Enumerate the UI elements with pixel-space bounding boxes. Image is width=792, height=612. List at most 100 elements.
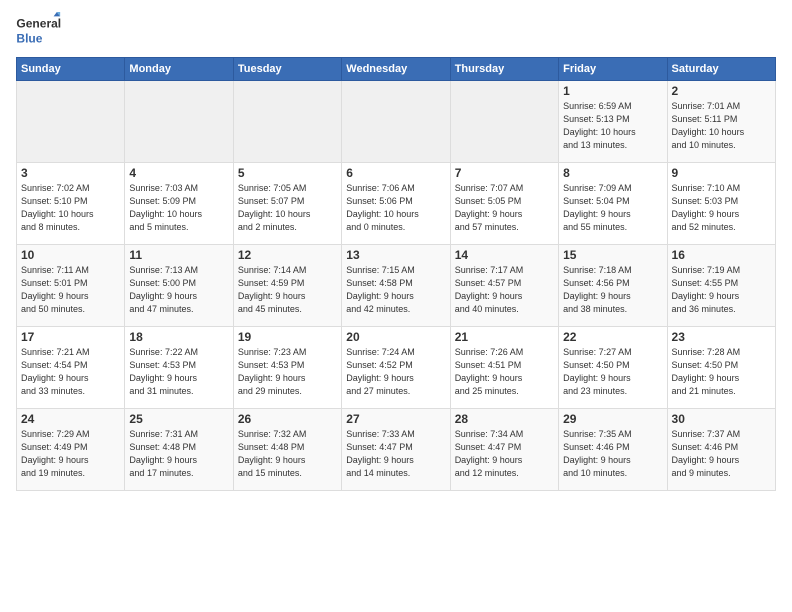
day-number: 15 <box>563 248 662 262</box>
header: General Blue <box>16 12 776 47</box>
weekday-header-monday: Monday <box>125 58 233 81</box>
calendar-cell: 16 Sunrise: 7:19 AMSunset: 4:55 PMDayligh… <box>667 245 775 327</box>
day-number: 23 <box>672 330 771 344</box>
day-info: Sunrise: 7:27 AMSunset: 4:50 PMDaylight:… <box>563 346 662 398</box>
day-info: Sunrise: 7:26 AMSunset: 4:51 PMDaylight:… <box>455 346 554 398</box>
logo-icon: General Blue <box>16 12 66 47</box>
calendar-cell: 25 Sunrise: 7:31 AMSunset: 4:48 PMDayligh… <box>125 409 233 491</box>
calendar-cell: 14 Sunrise: 7:17 AMSunset: 4:57 PMDayligh… <box>450 245 558 327</box>
calendar-cell: 7Sunrise: 7:07 AMSunset: 5:05 PMDaylight… <box>450 163 558 245</box>
day-number: 24 <box>21 412 120 426</box>
day-info: Sunrise: 7:31 AMSunset: 4:48 PMDaylight:… <box>129 428 228 480</box>
weekday-header-thursday: Thursday <box>450 58 558 81</box>
calendar-cell: 24 Sunrise: 7:29 AMSunset: 4:49 PMDayligh… <box>17 409 125 491</box>
day-number: 29 <box>563 412 662 426</box>
day-number: 7 <box>455 166 554 180</box>
calendar-cell: 13Sunrise: 7:15 AMSunset: 4:58 PMDayligh… <box>342 245 450 327</box>
day-number: 4 <box>129 166 228 180</box>
day-number: 22 <box>563 330 662 344</box>
calendar: SundayMondayTuesdayWednesdayThursdayFrid… <box>16 57 776 491</box>
day-number: 25 <box>129 412 228 426</box>
day-number: 17 <box>21 330 120 344</box>
day-number: 18 <box>129 330 228 344</box>
day-info: Sunrise: 7:19 AMSunset: 4:55 PMDaylight:… <box>672 264 771 316</box>
day-number: 5 <box>238 166 337 180</box>
day-number: 20 <box>346 330 445 344</box>
day-info: Sunrise: 6:59 AMSunset: 5:13 PMDaylight:… <box>563 100 662 152</box>
calendar-cell: 12 Sunrise: 7:14 AMSunset: 4:59 PMDayligh… <box>233 245 341 327</box>
day-number: 1 <box>563 84 662 98</box>
day-info: Sunrise: 7:35 AMSunset: 4:46 PMDaylight:… <box>563 428 662 480</box>
calendar-cell: 23 Sunrise: 7:28 AMSunset: 4:50 PMDayligh… <box>667 327 775 409</box>
calendar-cell: 15 Sunrise: 7:18 AMSunset: 4:56 PMDayligh… <box>559 245 667 327</box>
calendar-cell: 6 Sunrise: 7:06 AMSunset: 5:06 PMDaylight… <box>342 163 450 245</box>
day-number: 3 <box>21 166 120 180</box>
page-container: General Blue SundayMondayTuesdayWednesda… <box>0 0 792 499</box>
day-number: 30 <box>672 412 771 426</box>
day-info: Sunrise: 7:03 AMSunset: 5:09 PMDaylight:… <box>129 182 228 234</box>
day-info: Sunrise: 7:09 AMSunset: 5:04 PMDaylight:… <box>563 182 662 234</box>
calendar-cell: 22 Sunrise: 7:27 AMSunset: 4:50 PMDayligh… <box>559 327 667 409</box>
calendar-cell: 17 Sunrise: 7:21 AMSunset: 4:54 PMDayligh… <box>17 327 125 409</box>
day-info: Sunrise: 7:14 AMSunset: 4:59 PMDaylight:… <box>238 264 337 316</box>
day-info: Sunrise: 7:21 AMSunset: 4:54 PMDaylight:… <box>21 346 120 398</box>
calendar-cell: 4 Sunrise: 7:03 AMSunset: 5:09 PMDaylight… <box>125 163 233 245</box>
day-info: Sunrise: 7:05 AMSunset: 5:07 PMDaylight:… <box>238 182 337 234</box>
calendar-cell <box>233 81 341 163</box>
day-info: Sunrise: 7:28 AMSunset: 4:50 PMDaylight:… <box>672 346 771 398</box>
calendar-cell <box>17 81 125 163</box>
day-number: 8 <box>563 166 662 180</box>
day-info: Sunrise: 7:32 AMSunset: 4:48 PMDaylight:… <box>238 428 337 480</box>
calendar-cell: 18Sunrise: 7:22 AMSunset: 4:53 PMDayligh… <box>125 327 233 409</box>
calendar-cell: 29 Sunrise: 7:35 AMSunset: 4:46 PMDayligh… <box>559 409 667 491</box>
day-number: 2 <box>672 84 771 98</box>
calendar-week-5: 24 Sunrise: 7:29 AMSunset: 4:49 PMDayligh… <box>17 409 776 491</box>
day-info: Sunrise: 7:17 AMSunset: 4:57 PMDaylight:… <box>455 264 554 316</box>
calendar-week-2: 3 Sunrise: 7:02 AMSunset: 5:10 PMDaylight… <box>17 163 776 245</box>
calendar-cell: 19 Sunrise: 7:23 AMSunset: 4:53 PMDayligh… <box>233 327 341 409</box>
weekday-header-friday: Friday <box>559 58 667 81</box>
day-info: Sunrise: 7:06 AMSunset: 5:06 PMDaylight:… <box>346 182 445 234</box>
day-number: 16 <box>672 248 771 262</box>
svg-text:Blue: Blue <box>16 32 42 46</box>
day-info: Sunrise: 7:34 AMSunset: 4:47 PMDaylight:… <box>455 428 554 480</box>
day-info: Sunrise: 7:33 AMSunset: 4:47 PMDaylight:… <box>346 428 445 480</box>
day-number: 26 <box>238 412 337 426</box>
day-number: 28 <box>455 412 554 426</box>
calendar-cell: 8 Sunrise: 7:09 AMSunset: 5:04 PMDaylight… <box>559 163 667 245</box>
weekday-header-tuesday: Tuesday <box>233 58 341 81</box>
day-info: Sunrise: 7:18 AMSunset: 4:56 PMDaylight:… <box>563 264 662 316</box>
calendar-week-4: 17 Sunrise: 7:21 AMSunset: 4:54 PMDayligh… <box>17 327 776 409</box>
day-number: 27 <box>346 412 445 426</box>
calendar-cell: 10Sunrise: 7:11 AMSunset: 5:01 PMDayligh… <box>17 245 125 327</box>
weekday-header-sunday: Sunday <box>17 58 125 81</box>
day-number: 14 <box>455 248 554 262</box>
day-number: 10 <box>21 248 120 262</box>
day-info: Sunrise: 7:24 AMSunset: 4:52 PMDaylight:… <box>346 346 445 398</box>
day-info: Sunrise: 7:37 AMSunset: 4:46 PMDaylight:… <box>672 428 771 480</box>
day-info: Sunrise: 7:13 AMSunset: 5:00 PMDaylight:… <box>129 264 228 316</box>
calendar-cell: 30 Sunrise: 7:37 AMSunset: 4:46 PMDayligh… <box>667 409 775 491</box>
calendar-cell: 2 Sunrise: 7:01 AMSunset: 5:11 PMDaylight… <box>667 81 775 163</box>
day-info: Sunrise: 7:23 AMSunset: 4:53 PMDaylight:… <box>238 346 337 398</box>
calendar-cell: 5 Sunrise: 7:05 AMSunset: 5:07 PMDaylight… <box>233 163 341 245</box>
day-number: 6 <box>346 166 445 180</box>
day-number: 19 <box>238 330 337 344</box>
weekday-header-saturday: Saturday <box>667 58 775 81</box>
day-number: 11 <box>129 248 228 262</box>
calendar-cell: 1 Sunrise: 6:59 AMSunset: 5:13 PMDaylight… <box>559 81 667 163</box>
calendar-cell: 11 Sunrise: 7:13 AMSunset: 5:00 PMDayligh… <box>125 245 233 327</box>
day-info: Sunrise: 7:15 AMSunset: 4:58 PMDaylight:… <box>346 264 445 316</box>
calendar-cell: 9 Sunrise: 7:10 AMSunset: 5:03 PMDaylight… <box>667 163 775 245</box>
day-info: Sunrise: 7:02 AMSunset: 5:10 PMDaylight:… <box>21 182 120 234</box>
day-number: 21 <box>455 330 554 344</box>
calendar-cell: 21 Sunrise: 7:26 AMSunset: 4:51 PMDayligh… <box>450 327 558 409</box>
day-info: Sunrise: 7:29 AMSunset: 4:49 PMDaylight:… <box>21 428 120 480</box>
day-info: Sunrise: 7:01 AMSunset: 5:11 PMDaylight:… <box>672 100 771 152</box>
day-number: 9 <box>672 166 771 180</box>
day-info: Sunrise: 7:10 AMSunset: 5:03 PMDaylight:… <box>672 182 771 234</box>
day-number: 12 <box>238 248 337 262</box>
calendar-cell: 27 Sunrise: 7:33 AMSunset: 4:47 PMDayligh… <box>342 409 450 491</box>
calendar-header-row: SundayMondayTuesdayWednesdayThursdayFrid… <box>17 58 776 81</box>
calendar-cell: 20 Sunrise: 7:24 AMSunset: 4:52 PMDayligh… <box>342 327 450 409</box>
